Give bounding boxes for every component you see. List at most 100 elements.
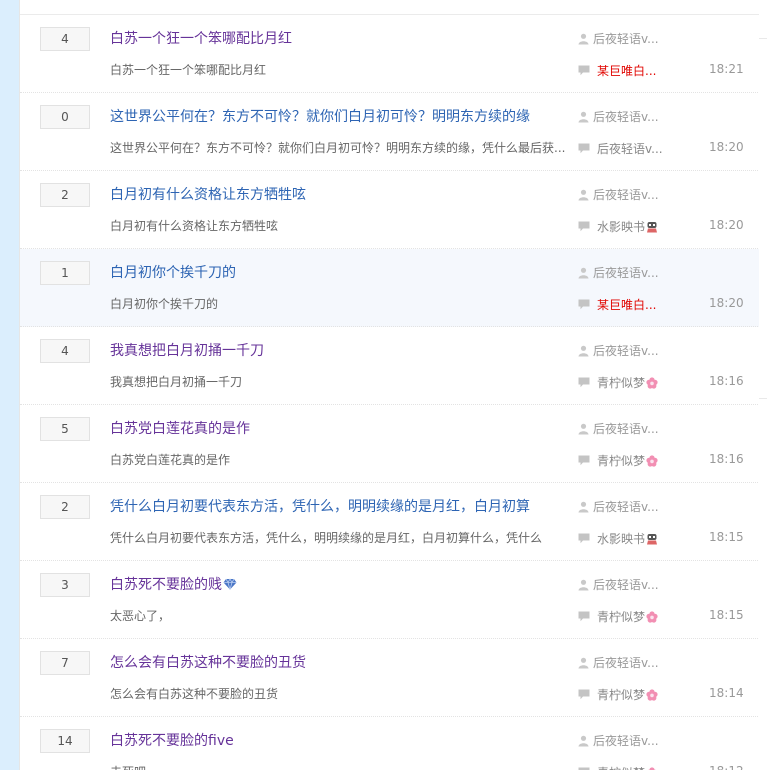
last-reply-user[interactable]: 水影映书 <box>578 530 658 547</box>
last-reply-user[interactable]: 水影映书 <box>578 218 658 235</box>
last-reply-user[interactable]: 青柠似梦 <box>578 452 658 469</box>
thread-title-link[interactable]: 白月初你个挨千刀的 <box>110 262 236 282</box>
author-name[interactable]: 后夜轻语v... <box>593 498 659 515</box>
last-reply-name[interactable]: 某巨唯白... <box>597 296 656 313</box>
thread-title-link[interactable]: 白苏死不要脸的贱 <box>110 574 237 594</box>
thread-author[interactable]: 后夜轻语v... <box>578 186 659 203</box>
author-name[interactable]: 后夜轻语v... <box>593 108 659 125</box>
last-reply-time: 18:14 <box>709 686 744 700</box>
last-reply-user[interactable]: 某巨唯白... <box>578 62 656 79</box>
last-reply-user[interactable]: 青柠似梦 <box>578 764 658 770</box>
thread-row[interactable]: 2 凭什么白月初要代表东方活，凭什么，明明续缘的是月红，白月初算 凭什么白月初要代表… <box>20 483 760 561</box>
thread-row[interactable]: 7 怎么会有白苏这种不要脸的丑货 怎么会有白苏这种不要脸的丑货 后夜轻语v... 青柠似… <box>20 639 760 717</box>
author-name[interactable]: 后夜轻语v... <box>593 732 659 749</box>
thread-row[interactable]: 4 我真想把白月初捅一千刀 我真想把白月初捅一千刀 后夜轻语v... 青柠似梦 18:16 <box>20 327 760 405</box>
flower-icon <box>646 376 658 389</box>
thread-author[interactable]: 后夜轻语v... <box>578 732 659 749</box>
thread-title-text: 这世界公平何在？东方不可怜？就你们白月初可怜？明明东方续的缘 <box>110 109 530 125</box>
thread-abstract: 这世界公平何在？东方不可怜？就你们白月初可怜？明明东方续的缘，凭什么最后获... <box>110 141 566 155</box>
last-reply-name[interactable]: 水影映书 <box>597 530 645 547</box>
last-reply-name[interactable]: 某巨唯白... <box>597 62 656 79</box>
thread-author[interactable]: 后夜轻语v... <box>578 30 659 47</box>
last-reply-name[interactable]: 后夜轻语v... <box>597 140 663 157</box>
list-top-divider <box>20 0 760 15</box>
flower-icon <box>646 688 658 701</box>
thread-author[interactable]: 后夜轻语v... <box>578 108 659 125</box>
thread-author[interactable]: 后夜轻语v... <box>578 654 659 671</box>
reply-count-badge: 4 <box>40 339 90 363</box>
thread-row[interactable]: 14 白苏死不要脸的five 去死吧 后夜轻语v... 青柠似梦 18:12 <box>20 717 760 770</box>
last-reply-time: 18:16 <box>709 452 744 466</box>
last-reply-user[interactable]: 青柠似梦 <box>578 686 658 703</box>
last-reply-time: 18:20 <box>709 218 744 232</box>
last-reply-name[interactable]: 青柠似梦 <box>597 452 645 469</box>
thread-author[interactable]: 后夜轻语v... <box>578 420 659 437</box>
thread-title-link[interactable]: 白苏一个狂一个笨哪配比月红 <box>110 28 292 48</box>
author-name[interactable]: 后夜轻语v... <box>593 420 659 437</box>
reply-count-badge: 1 <box>40 261 90 285</box>
author-name[interactable]: 后夜轻语v... <box>593 654 659 671</box>
flower-icon <box>646 454 658 467</box>
thread-title-link[interactable]: 白苏死不要脸的five <box>110 730 234 750</box>
thread-row[interactable]: 4 白苏一个狂一个笨哪配比月红 白苏一个狂一个笨哪配比月红 后夜轻语v... 某巨唯白.… <box>20 15 760 93</box>
thread-title-link[interactable]: 我真想把白月初捅一千刀 <box>110 340 264 360</box>
thread-author[interactable]: 后夜轻语v... <box>578 342 659 359</box>
reply-count-badge: 7 <box>40 651 90 675</box>
last-reply-user[interactable]: 青柠似梦 <box>578 374 658 391</box>
comment-icon <box>578 143 590 154</box>
author-name[interactable]: 后夜轻语v... <box>593 342 659 359</box>
thread-row[interactable]: 2 白月初有什么资格让东方牺牲呟 白月初有什么资格让东方牺牲呟 后夜轻语v... 水影映… <box>20 171 760 249</box>
user-icon <box>578 423 589 435</box>
last-reply-user[interactable]: 后夜轻语v... <box>578 140 663 157</box>
thread-abstract: 去死吧 <box>110 763 146 770</box>
thread-abstract: 白苏一个狂一个笨哪配比月红 <box>110 63 267 77</box>
last-reply-time: 18:20 <box>709 140 744 154</box>
author-name[interactable]: 后夜轻语v... <box>593 186 659 203</box>
thread-title-text: 凭什么白月初要代表东方活，凭什么，明明续缘的是月红，白月初算 <box>110 499 530 515</box>
thread-abstract: 白苏党白莲花真的是作 <box>110 453 231 467</box>
thread-title-link[interactable]: 白苏党白莲花真的是作 <box>110 418 250 438</box>
comment-icon <box>578 65 590 76</box>
thread-abstract: 我真想把白月初捅一千刀 <box>110 375 243 389</box>
author-name[interactable]: 后夜轻语v... <box>593 264 659 281</box>
thread-title-link[interactable]: 这世界公平何在？东方不可怜？就你们白月初可怜？明明东方续的缘 <box>110 106 530 126</box>
thread-row[interactable]: 1 白月初你个挨千刀的 白月初你个挨千刀的 后夜轻语v... 某巨唯白... 18:20 <box>20 249 760 327</box>
thread-title-text: 白月初有什么资格让东方牺牲呟 <box>110 187 306 203</box>
thread-author[interactable]: 后夜轻语v... <box>578 576 659 593</box>
reply-count-badge: 14 <box>40 729 90 753</box>
thread-title-link[interactable]: 白月初有什么资格让东方牺牲呟 <box>110 184 306 204</box>
last-reply-name[interactable]: 青柠似梦 <box>597 764 645 770</box>
comment-icon <box>578 377 590 388</box>
author-name[interactable]: 后夜轻语v... <box>593 576 659 593</box>
last-reply-user[interactable]: 某巨唯白... <box>578 296 656 313</box>
last-reply-name[interactable]: 青柠似梦 <box>597 608 645 625</box>
thread-abstract: 白月初你个挨千刀的 <box>110 297 219 311</box>
comment-icon <box>578 299 590 310</box>
user-icon <box>578 579 589 591</box>
comment-icon <box>578 689 590 700</box>
thread-title-text: 我真想把白月初捅一千刀 <box>110 343 264 359</box>
last-reply-name[interactable]: 青柠似梦 <box>597 374 645 391</box>
thread-title-link[interactable]: 凭什么白月初要代表东方活，凭什么，明明续缘的是月红，白月初算 <box>110 496 530 516</box>
author-name[interactable]: 后夜轻语v... <box>593 30 659 47</box>
thread-author[interactable]: 后夜轻语v... <box>578 498 659 515</box>
thread-title-text: 怎么会有白苏这种不要脸的丑货 <box>110 655 306 671</box>
thread-author[interactable]: 后夜轻语v... <box>578 264 659 281</box>
reply-count-badge: 4 <box>40 27 90 51</box>
thread-abstract: 太恶心了， <box>110 609 171 623</box>
comment-icon <box>578 221 590 232</box>
last-reply-user[interactable]: 青柠似梦 <box>578 608 658 625</box>
thread-row[interactable]: 0 这世界公平何在？东方不可怜？就你们白月初可怜？明明东方续的缘 这世界公平何在？东… <box>20 93 760 171</box>
last-reply-name[interactable]: 青柠似梦 <box>597 686 645 703</box>
flower-icon <box>646 766 658 770</box>
thread-row[interactable]: 5 白苏党白莲花真的是作 白苏党白莲花真的是作 后夜轻语v... 青柠似梦 18:16 <box>20 405 760 483</box>
thread-title-link[interactable]: 怎么会有白苏这种不要脸的丑货 <box>110 652 306 672</box>
thread-abstract: 怎么会有白苏这种不要脸的丑货 <box>110 687 279 701</box>
reply-count-badge: 5 <box>40 417 90 441</box>
reply-count-badge: 2 <box>40 183 90 207</box>
last-reply-name[interactable]: 水影映书 <box>597 218 645 235</box>
last-reply-time: 18:15 <box>709 530 744 544</box>
thread-list-panel: 4 白苏一个狂一个笨哪配比月红 白苏一个狂一个笨哪配比月红 后夜轻语v... 某巨唯白.… <box>19 0 761 770</box>
thread-row[interactable]: 3 白苏死不要脸的贱 太恶心了， 后夜轻语v... 青柠似梦 18:15 <box>20 561 760 639</box>
comment-icon <box>578 533 590 544</box>
